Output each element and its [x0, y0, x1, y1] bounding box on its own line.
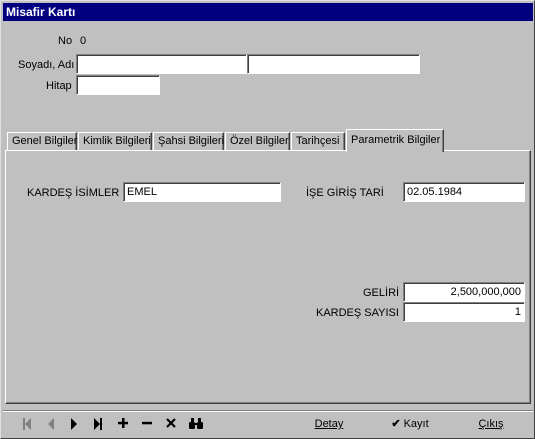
income-field[interactable]: 2,500,000,000	[403, 282, 525, 302]
title-field[interactable]	[76, 75, 160, 95]
last-record-button[interactable]	[90, 415, 106, 433]
delete-icon	[142, 421, 152, 425]
siblings-field[interactable]: EMEL	[123, 182, 281, 202]
last-record-icon	[94, 418, 102, 430]
cancel-icon	[166, 418, 176, 428]
name-field[interactable]	[247, 54, 420, 74]
search-button[interactable]	[186, 415, 206, 433]
insert-icon	[118, 418, 128, 428]
surname-label: Soyadı, Adı	[18, 59, 75, 71]
first-record-button[interactable]	[19, 415, 35, 433]
tab-parametrik-bilgiler[interactable]: Parametrik Bilgiler	[346, 129, 444, 152]
window-title: Misafir Kartı	[3, 3, 533, 21]
sibling-count-field[interactable]: 1	[403, 302, 525, 322]
tab-sahsi-bilgileri[interactable]: Şahsi Bilgileri	[153, 132, 224, 151]
exit-button[interactable]: Çıkış	[471, 415, 511, 433]
tab-tarihcesi[interactable]: Tarihçesi	[291, 132, 345, 151]
save-label: Kayıt	[403, 418, 429, 430]
income-label: GELİRİ	[363, 287, 400, 299]
no-value: 0	[80, 35, 87, 47]
tab-genel-bilgiler[interactable]: Genel Bilgiler	[7, 132, 77, 151]
search-binoculars-icon	[189, 418, 203, 429]
exit-label: Çıkış	[478, 418, 504, 430]
surname-field[interactable]	[76, 54, 247, 74]
prior-record-icon	[48, 418, 54, 430]
no-label: No	[58, 35, 73, 47]
save-button[interactable]: ✔ Kayıt	[385, 415, 435, 433]
prior-record-button[interactable]	[43, 415, 59, 433]
start-date-label: İŞE GİRİŞ TARİ	[306, 187, 384, 199]
detail-label: Detay	[314, 418, 344, 430]
guest-card-window: Misafir Kartı No 0 Soyadı, Adı Hitap Gen…	[0, 0, 535, 439]
check-icon: ✔	[391, 418, 401, 430]
tab-ozel-bilgiler[interactable]: Özel Bilgiler	[225, 132, 290, 151]
next-record-icon	[71, 418, 77, 430]
next-record-button[interactable]	[66, 415, 82, 433]
siblings-label: KARDEŞ İSİMLER	[27, 187, 120, 199]
delete-record-button[interactable]	[139, 415, 155, 433]
detail-button[interactable]: Detay	[307, 415, 351, 433]
first-record-icon	[23, 418, 31, 430]
title-label: Hitap	[46, 80, 72, 92]
tab-kimlik-bilgileri[interactable]: Kimlik Bilgileri	[78, 132, 152, 151]
sibling-count-label: KARDEŞ SAYISI	[316, 307, 399, 319]
record-toolbar	[3, 410, 533, 438]
insert-record-button[interactable]	[115, 415, 131, 433]
start-date-field[interactable]: 02.05.1984	[403, 182, 525, 202]
cancel-edit-button[interactable]	[163, 415, 179, 433]
